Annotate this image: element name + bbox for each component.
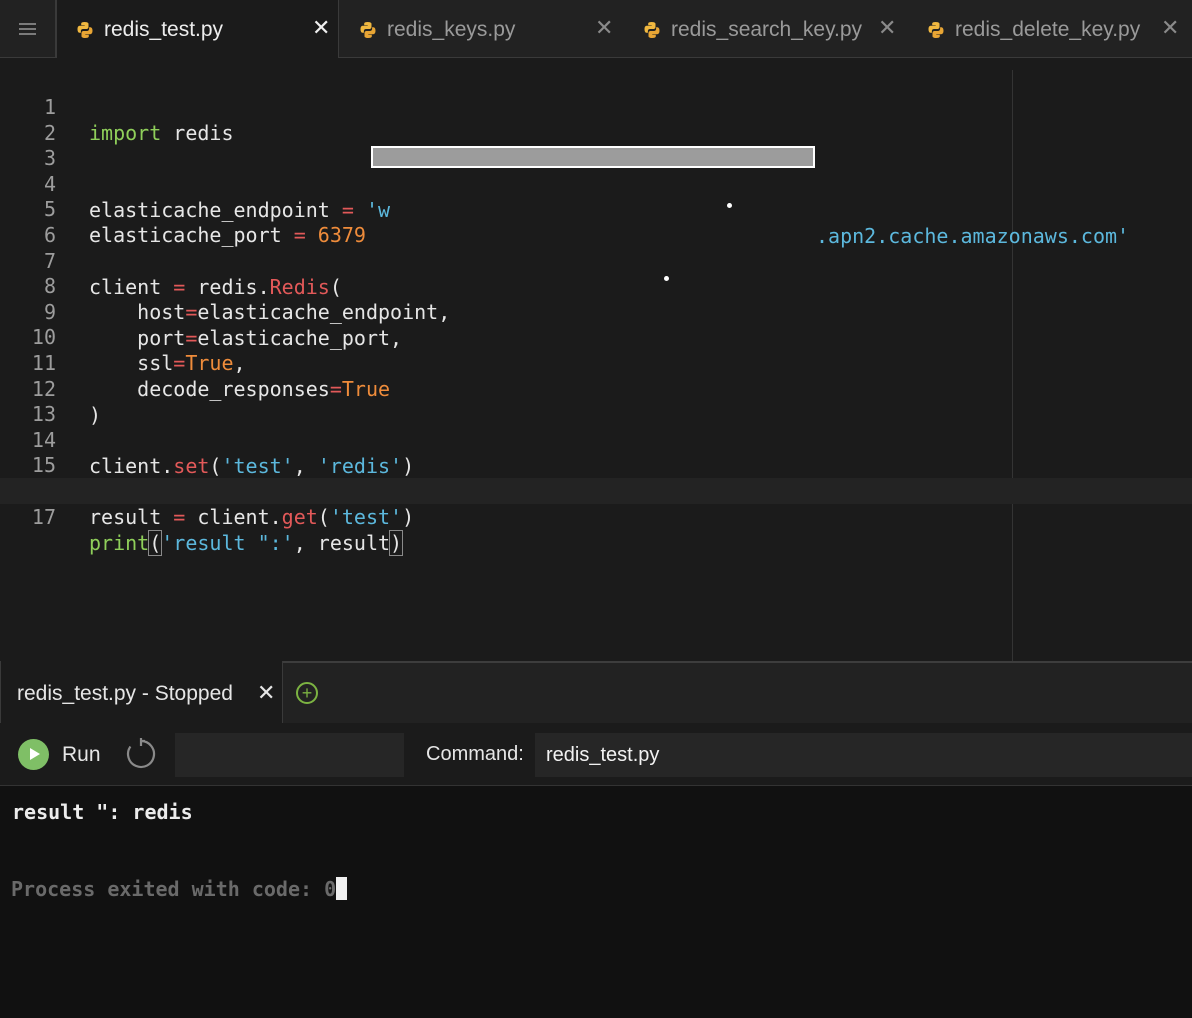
tab-close-icon[interactable]: ✕ <box>312 17 330 39</box>
string-literal: 'test' <box>329 505 403 529</box>
python-file-icon <box>77 22 93 38</box>
restart-icon[interactable] <box>124 737 158 771</box>
tab-label: redis_delete_key.py <box>955 18 1141 41</box>
run-button-label[interactable]: Run <box>62 743 101 767</box>
code-editor[interactable]: 1 import redis 2 3 4 elasticache_endpoin… <box>0 58 1192 661</box>
code-line: 12 ) <box>0 350 1192 427</box>
run-play-icon[interactable] <box>18 739 49 770</box>
run-tab-label: redis_test.py - Stopped <box>17 682 233 705</box>
code-line: 16 result = client.get('test') <box>0 452 1192 529</box>
editor-tab-bar: redis_test.py ✕ redis_keys.py ✕ redis_se… <box>0 0 1192 59</box>
code-line: 2 <box>0 94 1192 145</box>
identifier: result <box>89 505 174 529</box>
code-line: 15 <box>0 426 1192 477</box>
tab-close-icon[interactable]: ✕ <box>1161 17 1179 39</box>
tab-redis-search-key[interactable]: redis_search_key.py ✕ <box>624 0 907 58</box>
code-line: 14 client.set('test', 'redis') <box>0 401 1192 478</box>
tab-close-icon[interactable]: ✕ <box>595 17 613 39</box>
run-tab[interactable]: redis_test.py - Stopped ✕ <box>0 661 283 724</box>
exit-message: Process exited with code: 0 <box>11 877 337 901</box>
code-line: 7 client = redis.Redis( <box>0 222 1192 299</box>
python-file-icon <box>928 22 944 38</box>
command-label: Command: <box>426 743 524 765</box>
run-panel-tab-bar: redis_test.py - Stopped ✕ + <box>0 661 1192 724</box>
code-line: 9 port=elasticache_port, <box>0 273 1192 350</box>
tab-redis-keys[interactable]: redis_keys.py ✕ <box>340 0 623 58</box>
terminal-cursor <box>336 877 348 900</box>
code-line: 10 ssl=True, <box>0 298 1192 375</box>
operator: = <box>173 505 186 529</box>
python-file-icon <box>360 22 376 38</box>
paren: ) <box>402 505 415 529</box>
string-literal: 'result ":' <box>161 531 294 555</box>
add-tab-icon[interactable]: + <box>296 682 318 704</box>
tab-close-icon[interactable]: ✕ <box>878 17 896 39</box>
code-line: 5 elasticache_port = 6379 <box>0 170 1192 247</box>
builtin-function: print <box>89 531 150 555</box>
identifier: , result <box>293 531 391 555</box>
code-line: 1 import redis <box>0 68 1192 145</box>
matched-bracket: ) <box>389 530 404 556</box>
code-line: 6 <box>0 196 1192 247</box>
close-icon[interactable]: ✕ <box>257 682 275 704</box>
process-exit-line: Process exited with code: 0 <box>11 877 348 901</box>
stray-dot <box>727 203 732 208</box>
console-output-line: result ": redis <box>12 800 193 824</box>
command-input[interactable] <box>535 733 1192 777</box>
identifier: client. <box>185 505 282 529</box>
stray-dot <box>664 276 669 281</box>
code-line: 8 host=elasticache_endpoint, <box>0 247 1192 324</box>
code-line: 11 decode_responses=True <box>0 324 1192 401</box>
tab-redis-delete-key[interactable]: redis_delete_key.py ✕ <box>908 0 1192 58</box>
hamburger-icon <box>19 22 36 36</box>
paren: ( <box>317 505 330 529</box>
run-arguments-input[interactable] <box>175 733 404 777</box>
current-code-line: 17 print('result ":', result) <box>0 478 1192 556</box>
tab-label: redis_test.py <box>104 18 224 41</box>
console-output[interactable]: result ": redis Process exited with code… <box>0 786 1192 1018</box>
code-line: 3 <box>0 119 1192 170</box>
code-line: 13 <box>0 375 1192 426</box>
method-name: get <box>281 505 318 529</box>
redaction-box <box>371 146 815 168</box>
python-file-icon <box>644 22 660 38</box>
tab-label: redis_keys.py <box>387 18 516 41</box>
menu-button[interactable] <box>0 0 56 58</box>
tab-redis-test[interactable]: redis_test.py ✕ <box>56 0 339 59</box>
tab-label: redis_search_key.py <box>671 18 863 41</box>
line-number: 17 <box>31 505 56 529</box>
matched-bracket: ( <box>148 530 163 556</box>
